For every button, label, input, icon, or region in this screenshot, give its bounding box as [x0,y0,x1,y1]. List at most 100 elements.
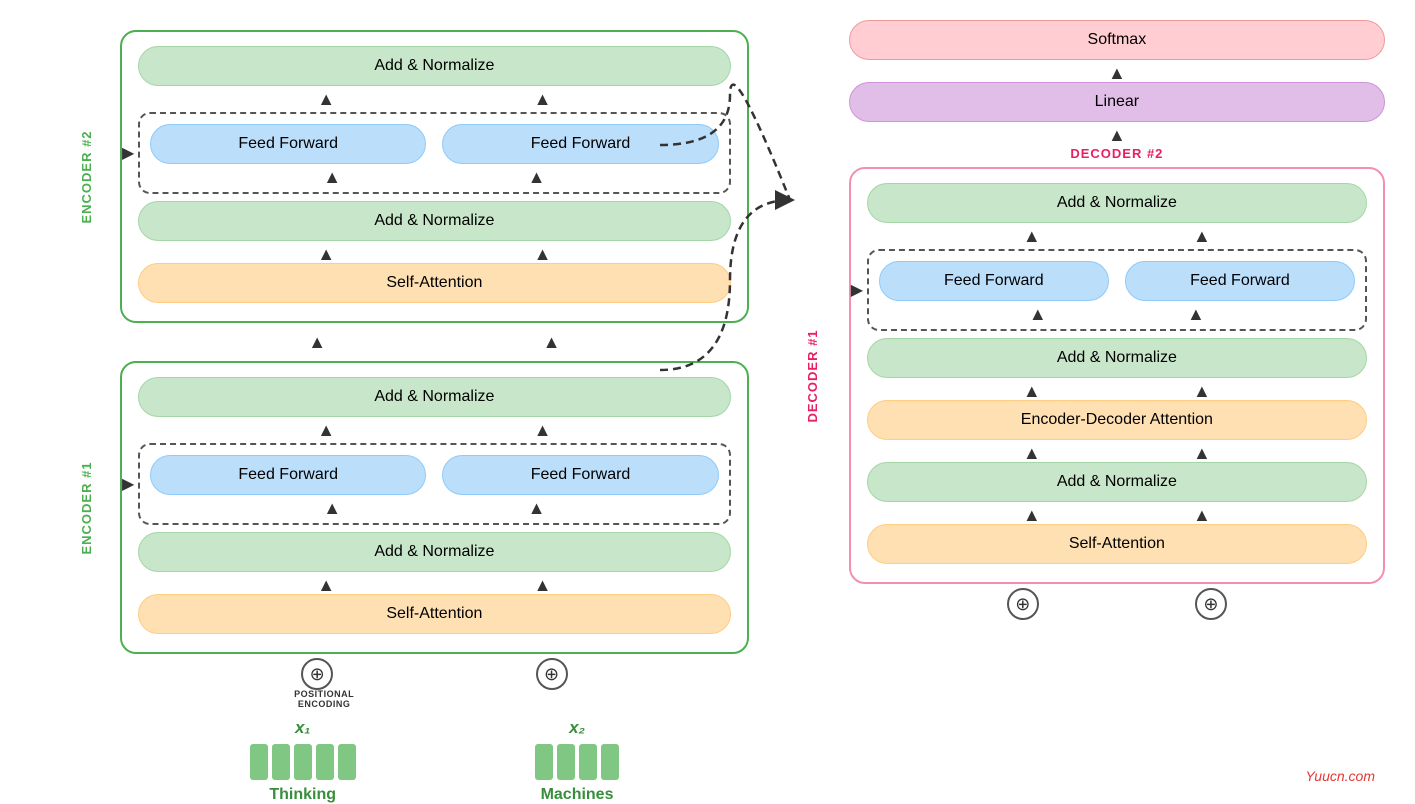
dec-pe-circle-1: ⊕ [1007,588,1039,620]
enc1-ff-arrow-in: ▶ [122,474,134,494]
dec1-add-norm-mid: Add & Normalize [867,338,1367,378]
enc1-ff-left: Feed Forward [150,455,426,495]
dec1-arrow-2a: ▲ [1029,304,1047,325]
enc2-arrow-1b: ▲ [534,89,552,110]
enc2-add-norm-top: Add & Normalize [138,46,731,86]
enc1-add-norm-top-row: Add & Normalize [138,377,731,417]
dec1-add-norm-bot-row: Add & Normalize [867,462,1367,502]
enc1-ff-dashed: ▶ Feed Forward Feed Forward ▲ ▲ [138,443,731,525]
softmax-row: Softmax [849,20,1385,60]
enc2-arrow-3a: ▲ [317,244,335,265]
watermark: Yuucn.com [1305,768,1375,784]
dec1-enc-dec-attn: Encoder-Decoder Attention [867,400,1367,440]
dec1-arrow-1b: ▲ [1193,226,1211,247]
enc1-self-attn: Self-Attention [138,594,731,634]
enc1-add-norm-mid: Add & Normalize [138,532,731,572]
enc2-ff-left: Feed Forward [150,124,426,164]
pe-row: ⊕ ⊕ [120,658,749,690]
enc1-arrows-1: ▲ ▲ [138,421,731,439]
enc1-ff-row: Feed Forward Feed Forward [150,455,719,495]
dec1-arrow-4a: ▲ [1023,443,1041,464]
enc2-add-norm-mid-row: Add & Normalize [138,201,731,241]
dec1-ff-arrow-in: ▶ [851,280,863,300]
dec1-ff-left: Feed Forward [879,261,1109,301]
encoder-1-block: ENCODER #1 Add & Normalize ▲ ▲ ▶ Feed Fo… [120,361,749,654]
dec1-arrows-1: ▲ ▲ [867,227,1367,245]
enc1-add-norm-top: Add & Normalize [138,377,731,417]
x1-bar-3 [294,744,312,780]
decoder-1-label: DECODER #1 [805,329,820,422]
dec1-arrow-5b: ▲ [1193,505,1211,526]
dec-pe-circle-2: ⊕ [1195,588,1227,620]
decoder-2-label: DECODER #2 [849,144,1385,167]
enc1-arrows-3: ▲ ▲ [138,576,731,594]
softmax-pill: Softmax [849,20,1385,60]
dec1-add-norm-top: Add & Normalize [867,183,1367,223]
decoder-1-block: DECODER #1 Add & Normalize ▲ ▲ ▶ Feed Fo… [849,167,1385,584]
dec1-self-attn: Self-Attention [867,524,1367,564]
input-x2-group: x₂ Machines [535,718,619,804]
encoder-1-label: ENCODER #1 [79,461,94,554]
between-enc-arrows: ▲ ▲ [120,333,749,351]
x1-bar-4 [316,744,334,780]
enc1-arrow-2b: ▲ [528,498,546,519]
enc1-arrow-1a: ▲ [317,420,335,441]
linear-row: Linear [849,82,1385,122]
softmax-arrow: ▲ [849,64,1385,82]
enc1-arrow-3a: ▲ [317,575,335,596]
enc2-arrow-1a: ▲ [317,89,335,110]
x2-label: x₂ [569,718,585,738]
enc1-arrow-2a: ▲ [323,498,341,519]
x2-word: Machines [541,786,614,804]
enc2-add-norm-top-row: Add & Normalize [138,46,731,86]
dec1-add-norm-top-row: Add & Normalize [867,183,1367,223]
enc1-arrow-1b: ▲ [534,420,552,441]
dec1-self-attn-row: Self-Attention [867,524,1367,564]
encoder-2-label: ENCODER #2 [79,130,94,223]
dec1-arrow-4b: ▲ [1193,443,1211,464]
enc2-arrow-2a: ▲ [323,167,341,188]
x1-word: Thinking [269,786,336,804]
dec1-add-norm-bot: Add & Normalize [867,462,1367,502]
linear-pill: Linear [849,82,1385,122]
enc2-arrows-2: ▲ ▲ [150,168,719,186]
x2-bar-1 [535,744,553,780]
pe-label: POSITIONALENCODING [294,690,354,710]
x1-bar-1 [250,744,268,780]
enc2-ff-dashed: ▶ Feed Forward Feed Forward ▲ ▲ [138,112,731,194]
dec1-ff-row: Feed Forward Feed Forward [879,261,1355,301]
enc2-self-attn: Self-Attention [138,263,731,303]
x1-label: x₁ [295,718,310,738]
dec1-arrows-4: ▲ ▲ [867,444,1367,462]
dec1-add-norm-mid-row: Add & Normalize [867,338,1367,378]
x2-bar-4 [601,744,619,780]
x1-bars [250,744,356,780]
dec-pe-row: ⊕ ⊕ [849,588,1385,620]
enc2-ff-right: Feed Forward [442,124,718,164]
linear-arrow: ▲ [849,126,1385,144]
dec1-arrow-1a: ▲ [1023,226,1041,247]
x1-bar-2 [272,744,290,780]
dec1-arrow-5a: ▲ [1023,505,1041,526]
between-arrow-1: ▲ [308,332,326,353]
x2-bar-2 [557,744,575,780]
dec1-arrow-3b: ▲ [1193,381,1211,402]
enc1-arrows-2: ▲ ▲ [150,499,719,517]
input-x1-group: x₁ Thinking [250,718,356,804]
dec1-ff-right: Feed Forward [1125,261,1355,301]
x2-bar-3 [579,744,597,780]
enc1-ff-right: Feed Forward [442,455,718,495]
enc1-self-attn-row: Self-Attention [138,594,731,634]
input-row: x₁ Thinking x₂ Machines [120,718,749,804]
enc2-arrow-3b: ▲ [534,244,552,265]
x1-bar-5 [338,744,356,780]
between-arrow-2: ▲ [543,332,561,353]
x2-bars [535,744,619,780]
encoder-2-block: ENCODER #2 Add & Normalize ▲ ▲ ▶ Feed Fo… [120,30,749,323]
dec1-arrows-2: ▲ ▲ [879,305,1355,323]
dec1-ff-dashed: ▶ Feed Forward Feed Forward ▲ ▲ [867,249,1367,331]
dec1-arrow-2b: ▲ [1187,304,1205,325]
enc2-self-attn-row: Self-Attention [138,263,731,303]
enc2-ff-arrow-in: ▶ [122,143,134,163]
enc2-add-norm-mid: Add & Normalize [138,201,731,241]
